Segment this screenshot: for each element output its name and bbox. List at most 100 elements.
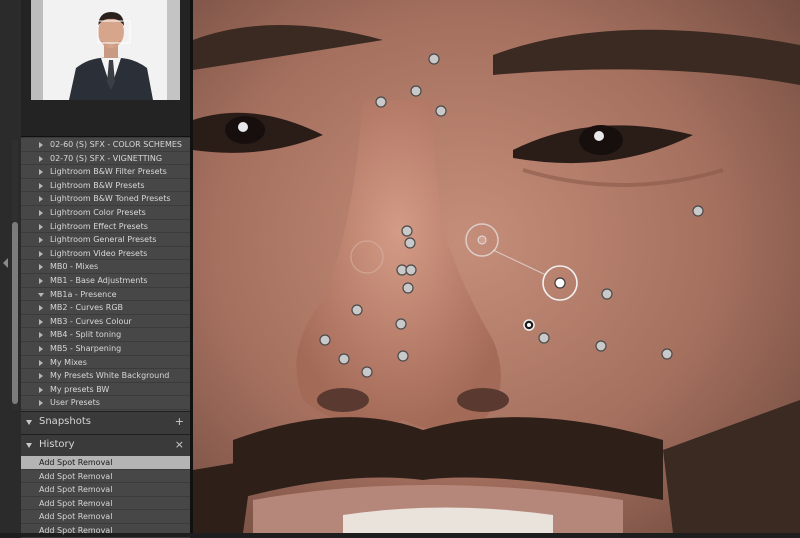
preset-folder-label: MB1 - Base Adjustments bbox=[50, 276, 148, 285]
preset-folder-label: Lightroom B&W Toned Presets bbox=[50, 194, 171, 204]
preset-folder-label: 02-70 (S) SFX - VIGNETTING bbox=[50, 153, 163, 163]
spot-removal-pin-icon[interactable] bbox=[410, 85, 422, 97]
navigator-panel[interactable] bbox=[21, 0, 190, 137]
disclosure-triangle-icon[interactable] bbox=[39, 278, 43, 284]
disclosure-triangle-icon[interactable] bbox=[39, 142, 43, 148]
preset-folder[interactable]: My presets BW bbox=[21, 383, 190, 397]
disclosure-triangle-icon[interactable] bbox=[39, 386, 43, 393]
disclosure-triangle-icon[interactable] bbox=[39, 305, 43, 312]
snapshots-title: Snapshots bbox=[39, 416, 91, 427]
preset-folder[interactable]: MB2 - Curves RGB bbox=[21, 301, 190, 315]
spot-removal-pin-icon[interactable] bbox=[338, 353, 350, 365]
spot-removal-pin-icon[interactable] bbox=[402, 282, 414, 294]
spot-source-pin[interactable] bbox=[477, 235, 487, 245]
disclosure-triangle-icon[interactable] bbox=[39, 210, 43, 216]
history-step[interactable]: Add Spot Removal bbox=[21, 510, 190, 524]
preset-folder[interactable]: 02-70 (S) SFX - VIGNETTING bbox=[21, 152, 190, 166]
preset-folder[interactable]: Lightroom Color Presets bbox=[21, 206, 190, 220]
spot-removal-pin-icon[interactable] bbox=[397, 350, 409, 362]
preset-folder-label: MB0 - Mixes bbox=[50, 262, 99, 272]
spot-removal-pin-icon[interactable] bbox=[395, 318, 407, 330]
disclosure-triangle-icon[interactable] bbox=[39, 318, 43, 325]
preset-folder-label: My Mixes bbox=[50, 357, 87, 367]
preset-folder[interactable]: User Presets bbox=[21, 396, 190, 410]
history-step[interactable]: Add Spot Removal bbox=[21, 524, 190, 538]
disclosure-triangle-icon[interactable] bbox=[39, 359, 43, 366]
preset-folder[interactable]: MB1 - Base Adjustments bbox=[21, 274, 190, 288]
spot-removal-pin-icon[interactable] bbox=[361, 366, 373, 378]
preset-folder[interactable]: Lightroom Effect Presets bbox=[21, 220, 190, 234]
preset-folder[interactable]: MB4 - Split toning bbox=[21, 328, 190, 342]
preset-folder-label: My presets BW bbox=[50, 384, 110, 394]
spot-removal-pin-icon[interactable] bbox=[375, 96, 387, 108]
spot-removal-pin-icon[interactable] bbox=[692, 205, 704, 217]
left-arrow-icon[interactable] bbox=[3, 258, 8, 268]
preset-folder-label: 02-60 (S) SFX - COLOR SCHEMES bbox=[50, 140, 183, 149]
disclosure-triangle-icon[interactable] bbox=[39, 169, 43, 176]
preset-folder-label: Lightroom B&W Presets bbox=[50, 180, 145, 190]
disclosure-triangle-icon[interactable] bbox=[39, 346, 43, 352]
spot-removal-pin-icon[interactable] bbox=[538, 332, 550, 344]
disclosure-triangle-icon[interactable] bbox=[39, 373, 43, 380]
preset-folder[interactable]: Lightroom B&W Toned Presets bbox=[21, 192, 190, 206]
spot-removal-pin-icon[interactable] bbox=[601, 288, 613, 300]
disclosure-triangle-icon[interactable] bbox=[39, 250, 43, 257]
disclosure-triangle-icon[interactable] bbox=[26, 420, 32, 425]
plus-icon[interactable]: + bbox=[175, 415, 184, 428]
history-step[interactable]: Add Spot Removal bbox=[21, 483, 190, 497]
navigator-preview[interactable] bbox=[31, 0, 180, 100]
preset-folder[interactable]: Lightroom Video Presets bbox=[21, 247, 190, 261]
spot-removal-pin-icon[interactable] bbox=[319, 334, 331, 346]
history-panel-header[interactable]: History × bbox=[21, 434, 190, 456]
preset-folder-expanded[interactable]: MB1a - Presence bbox=[21, 288, 190, 302]
spot-removal-pin-icon[interactable] bbox=[428, 53, 440, 65]
preset-folder[interactable]: My Presets White Background bbox=[21, 369, 190, 383]
preset-folder[interactable]: MB0 - Mixes bbox=[21, 260, 190, 274]
history-step-label: Add Spot Removal bbox=[39, 512, 113, 522]
preset-folder-label: MB4 - Split toning bbox=[50, 330, 122, 340]
spot-removal-pin-icon[interactable] bbox=[661, 348, 673, 360]
history-step-selected[interactable]: Add Spot Removal bbox=[21, 456, 190, 470]
preset-folder[interactable]: My Mixes bbox=[21, 356, 190, 370]
preset-folder-label: MB5 - Sharpening bbox=[50, 344, 122, 353]
disclosure-triangle-icon[interactable] bbox=[39, 182, 43, 189]
preset-folder[interactable]: Lightroom B&W Presets bbox=[21, 179, 190, 193]
preset-folder-label: Lightroom Color Presets bbox=[50, 208, 146, 217]
spot-removal-pin-icon[interactable] bbox=[405, 264, 417, 276]
spot-removal-pin-icon[interactable] bbox=[401, 225, 413, 237]
disclosure-triangle-icon[interactable] bbox=[39, 155, 43, 162]
history-step[interactable]: Add Spot Removal bbox=[21, 497, 190, 511]
preset-folder[interactable]: Lightroom General Presets bbox=[21, 233, 190, 247]
photo-canvas[interactable] bbox=[193, 0, 800, 533]
left-panel: 02-60 (S) SFX - COLOR SCHEMES 02-70 (S) … bbox=[21, 0, 190, 538]
disclosure-triangle-icon[interactable] bbox=[39, 223, 43, 230]
disclosure-triangle-icon[interactable] bbox=[39, 400, 43, 407]
spot-removal-pin-icon[interactable] bbox=[404, 237, 416, 249]
spot-removal-pin-icon[interactable] bbox=[554, 277, 566, 289]
presets-scrollbar-thumb[interactable] bbox=[12, 222, 18, 404]
preset-folder[interactable]: MB3 - Curves Colour bbox=[21, 315, 190, 329]
preset-folder-label: My Presets White Background bbox=[50, 371, 170, 381]
preset-folder-label: Lightroom Video Presets bbox=[50, 248, 148, 258]
spot-removal-pin-icon[interactable] bbox=[595, 340, 607, 352]
preset-folder[interactable]: Lightroom B&W Filter Presets bbox=[21, 165, 190, 179]
face-closeup-photo[interactable] bbox=[193, 0, 800, 533]
disclosure-triangle-icon[interactable] bbox=[39, 196, 43, 203]
close-icon[interactable]: × bbox=[175, 438, 184, 451]
history-step-label: Add Spot Removal bbox=[39, 498, 113, 508]
spot-removal-pin-icon[interactable] bbox=[435, 105, 447, 117]
disclosure-triangle-icon[interactable] bbox=[38, 292, 44, 297]
disclosure-triangle-icon[interactable] bbox=[26, 443, 32, 448]
history-step-label: Add Spot Removal bbox=[39, 526, 113, 535]
history-step-label: Add Spot Removal bbox=[39, 458, 113, 467]
disclosure-triangle-icon[interactable] bbox=[39, 264, 43, 271]
preset-folder[interactable]: 02-60 (S) SFX - COLOR SCHEMES bbox=[21, 138, 190, 152]
disclosure-triangle-icon[interactable] bbox=[39, 332, 43, 339]
history-step[interactable]: Add Spot Removal bbox=[21, 470, 190, 484]
spot-removal-pin-icon[interactable] bbox=[351, 304, 363, 316]
history-step-label: Add Spot Removal bbox=[39, 471, 113, 481]
preset-folder[interactable]: MB5 - Sharpening bbox=[21, 342, 190, 356]
disclosure-triangle-icon[interactable] bbox=[39, 237, 43, 244]
history-step-label: Add Spot Removal bbox=[39, 485, 113, 495]
snapshots-panel-header[interactable]: Snapshots + bbox=[21, 411, 190, 433]
